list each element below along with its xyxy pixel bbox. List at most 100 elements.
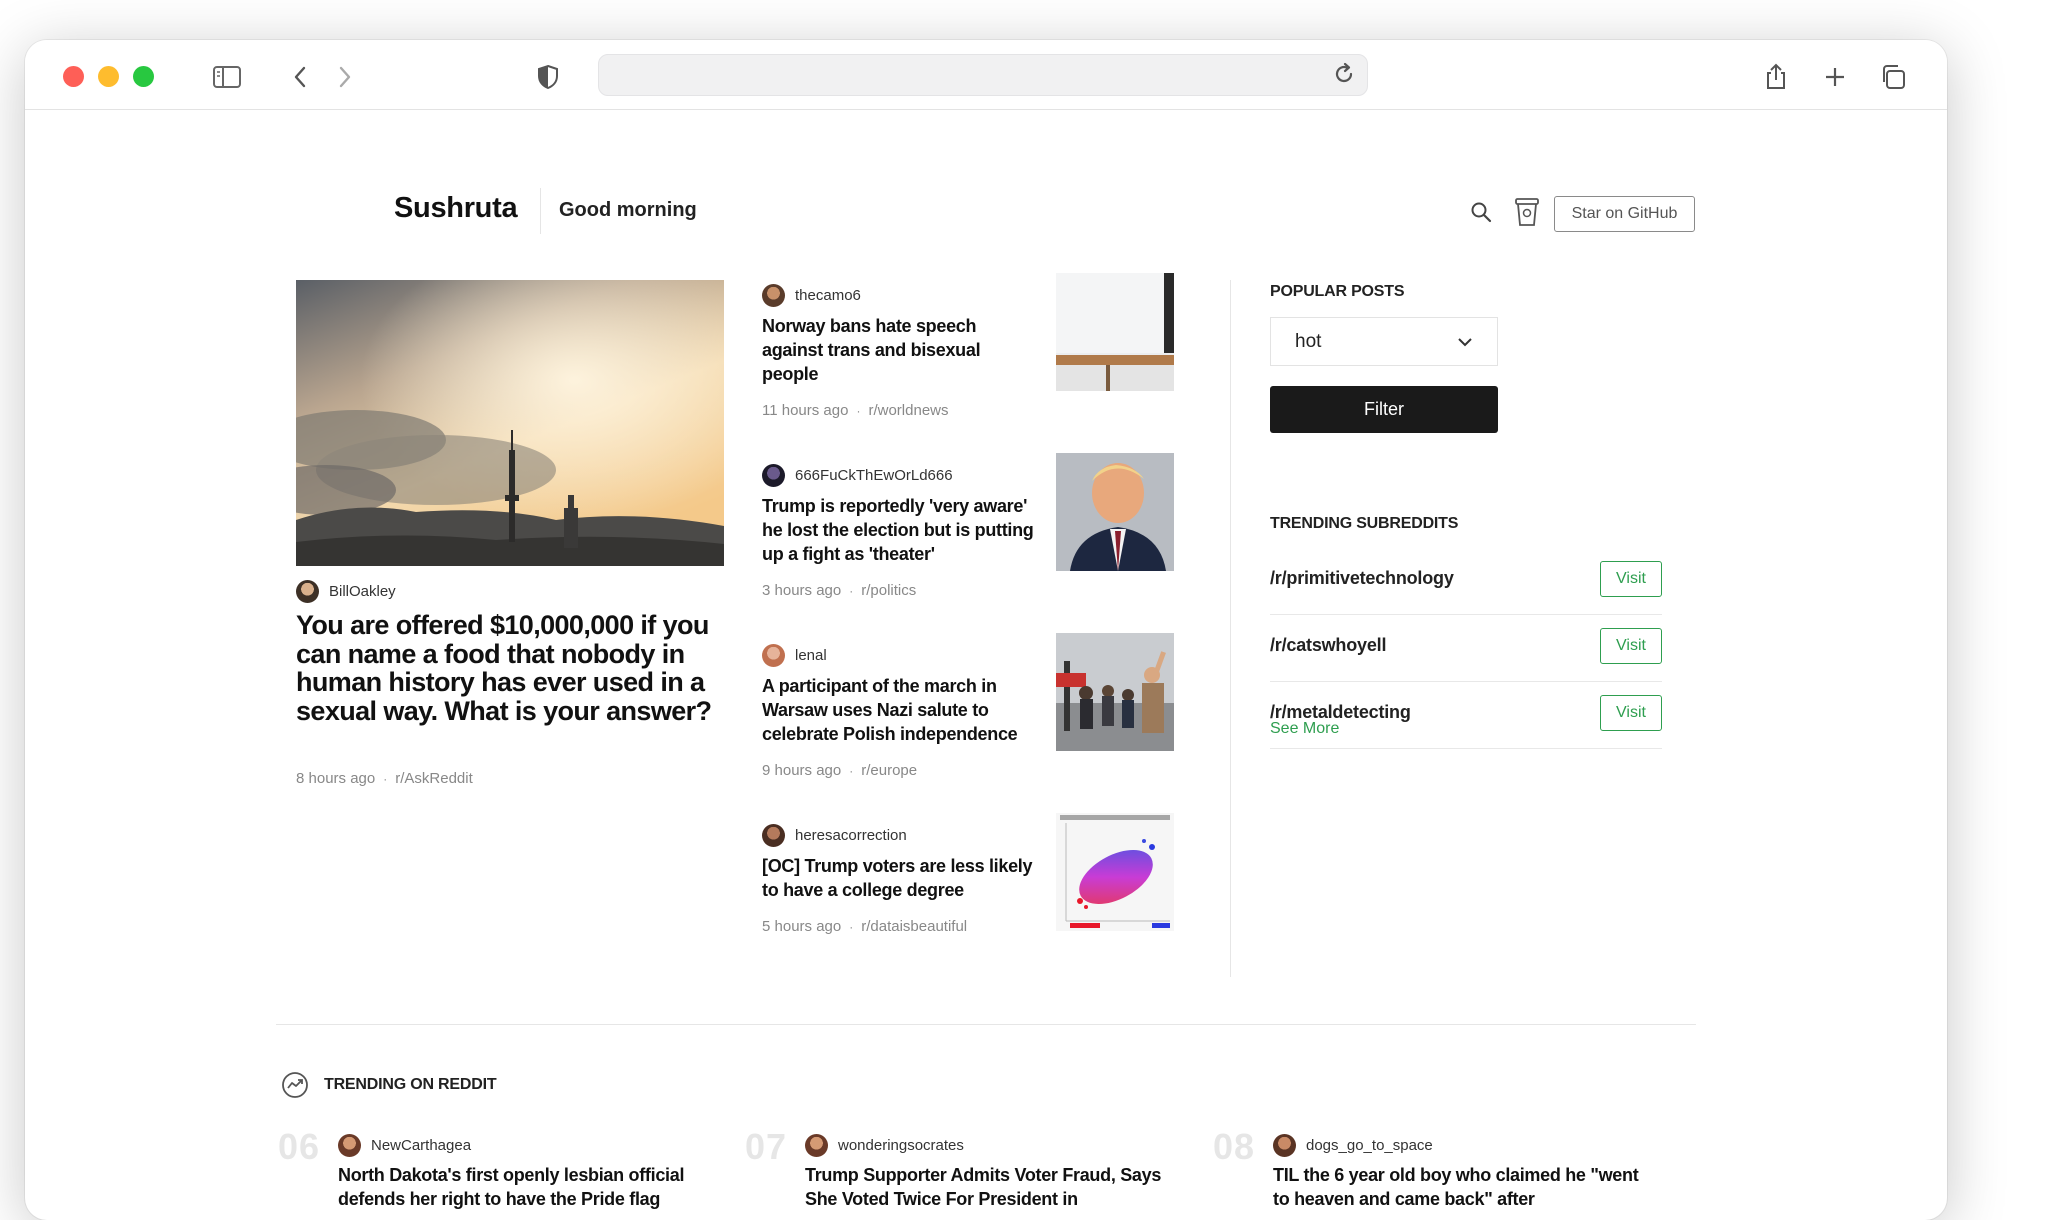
- post-author[interactable]: thecamo6: [762, 284, 861, 307]
- author-name: lenal: [795, 647, 827, 664]
- subreddit-name[interactable]: /r/primitivetechnology: [1270, 568, 1454, 589]
- filter-button[interactable]: Filter: [1270, 386, 1498, 433]
- forward-icon[interactable]: [330, 62, 360, 92]
- post-thumbnail[interactable]: [1056, 813, 1174, 931]
- meta-separator: ·: [849, 763, 854, 778]
- post-title[interactable]: [OC] Trump voters are less likely to hav…: [762, 854, 1034, 902]
- greeting-text: Good morning: [559, 199, 697, 221]
- post-title[interactable]: A participant of the march in Warsaw use…: [762, 674, 1034, 746]
- meta-separator: ·: [849, 919, 854, 934]
- post-thumbnail[interactable]: [1056, 453, 1174, 571]
- brand-logo[interactable]: Sushruta: [394, 192, 518, 225]
- post-author[interactable]: heresacorrection: [762, 824, 907, 847]
- sort-value: hot: [1295, 330, 1322, 352]
- privacy-shield-icon[interactable]: [533, 62, 563, 92]
- trending-rank: 07: [745, 1126, 788, 1167]
- avatar: [762, 284, 785, 307]
- minimize-window-button[interactable]: [98, 66, 119, 87]
- browser-toolbar: [25, 40, 1947, 110]
- coffee-cup-icon[interactable]: [1514, 196, 1540, 233]
- visit-button[interactable]: Visit: [1600, 695, 1662, 731]
- subreddit-row: /r/metaldetecting Visit: [1270, 682, 1662, 749]
- post-subreddit[interactable]: r/politics: [861, 582, 916, 599]
- author-name: thecamo6: [795, 287, 861, 304]
- post-time: 5 hours ago: [762, 918, 842, 935]
- visit-button[interactable]: Visit: [1600, 628, 1662, 664]
- post-thumbnail[interactable]: [1056, 273, 1174, 391]
- subreddit-row: /r/primitivetechnology Visit: [1270, 548, 1662, 615]
- see-more-link[interactable]: See More: [1270, 720, 1339, 738]
- post-meta: 3 hours ago · r/politics: [762, 582, 916, 599]
- section-divider: [276, 1024, 1696, 1025]
- post-time: 8 hours ago: [296, 770, 376, 787]
- post-card[interactable]: thecamo6 Norway bans hate speech against…: [762, 273, 1174, 424]
- post-subreddit[interactable]: r/worldnews: [868, 402, 948, 419]
- popular-posts-heading: POPULAR POSTS: [1270, 283, 1405, 300]
- post-title[interactable]: Trump is reportedly 'very aware' he lost…: [762, 494, 1034, 566]
- star-on-github-button[interactable]: Star on GitHub: [1554, 196, 1695, 232]
- search-icon[interactable]: [1470, 201, 1492, 228]
- featured-image[interactable]: [296, 280, 724, 566]
- post-subreddit[interactable]: r/AskReddit: [395, 770, 473, 787]
- trending-subreddits-heading: TRENDING SUBREDDITS: [1270, 515, 1459, 532]
- new-tab-icon[interactable]: [1820, 62, 1850, 92]
- author-name: heresacorrection: [795, 827, 907, 844]
- avatar: [296, 580, 319, 603]
- brand-divider: [540, 188, 541, 234]
- avatar: [762, 644, 785, 667]
- meta-separator: ·: [856, 403, 861, 418]
- author-name: BillOakley: [329, 583, 396, 600]
- featured-meta: 8 hours ago · r/AskReddit: [296, 770, 473, 787]
- trending-rank: 06: [278, 1126, 321, 1167]
- post-card[interactable]: heresacorrection [OC] Trump voters are l…: [762, 813, 1174, 964]
- post-time: 11 hours ago: [762, 402, 849, 419]
- post-author[interactable]: NewCarthagea: [338, 1134, 471, 1157]
- page-content: Sushruta Good morning Star on GitHub Bil…: [25, 110, 1947, 1220]
- column-divider: [1230, 280, 1231, 977]
- post-subreddit[interactable]: r/europe: [861, 762, 917, 779]
- trending-rank: 08: [1213, 1126, 1256, 1167]
- trending-title[interactable]: TIL the 6 year old boy who claimed he "w…: [1273, 1163, 1643, 1211]
- avatar: [805, 1134, 828, 1157]
- post-subreddit[interactable]: r/dataisbeautiful: [861, 918, 967, 935]
- trending-title[interactable]: Trump Supporter Admits Voter Fraud, Says…: [805, 1163, 1175, 1211]
- avatar: [762, 464, 785, 487]
- post-author[interactable]: lenal: [762, 644, 827, 667]
- subreddit-name[interactable]: /r/catswhoyell: [1270, 635, 1386, 656]
- trending-title[interactable]: North Dakota's first openly lesbian offi…: [338, 1163, 708, 1211]
- tab-overview-icon[interactable]: [1878, 62, 1908, 92]
- sidebar-toggle-icon[interactable]: [212, 62, 242, 92]
- reload-icon[interactable]: [1331, 61, 1357, 92]
- post-card[interactable]: 666FuCkThEwOrLd666 Trump is reportedly '…: [762, 453, 1174, 604]
- post-title[interactable]: Norway bans hate speech against trans an…: [762, 314, 1034, 386]
- post-time: 9 hours ago: [762, 762, 842, 779]
- post-card[interactable]: lenal A participant of the march in Wars…: [762, 633, 1174, 784]
- zoom-window-button[interactable]: [133, 66, 154, 87]
- share-icon[interactable]: [1761, 62, 1791, 92]
- post-thumbnail[interactable]: [1056, 633, 1174, 751]
- avatar: [1273, 1134, 1296, 1157]
- featured-author[interactable]: BillOakley: [296, 580, 396, 603]
- avatar: [762, 824, 785, 847]
- post-meta: 9 hours ago · r/europe: [762, 762, 917, 779]
- chevron-down-icon: [1457, 331, 1473, 353]
- sort-select[interactable]: hot: [1270, 317, 1498, 366]
- post-meta: 11 hours ago · r/worldnews: [762, 402, 949, 419]
- post-author[interactable]: wonderingsocrates: [805, 1134, 964, 1157]
- post-author[interactable]: dogs_go_to_space: [1273, 1134, 1433, 1157]
- back-icon[interactable]: [285, 62, 315, 92]
- author-name: wonderingsocrates: [838, 1137, 964, 1154]
- featured-title[interactable]: You are offered $10,000,000 if you can n…: [296, 611, 736, 725]
- address-bar[interactable]: [598, 54, 1368, 96]
- browser-window: Sushruta Good morning Star on GitHub Bil…: [25, 40, 1947, 1220]
- author-name: dogs_go_to_space: [1306, 1137, 1433, 1154]
- author-name: 666FuCkThEwOrLd666: [795, 467, 953, 484]
- close-window-button[interactable]: [63, 66, 84, 87]
- meta-separator: ·: [849, 583, 854, 598]
- avatar: [338, 1134, 361, 1157]
- post-author[interactable]: 666FuCkThEwOrLd666: [762, 464, 953, 487]
- author-name: NewCarthagea: [371, 1137, 472, 1154]
- trending-icon: [281, 1071, 309, 1104]
- post-time: 3 hours ago: [762, 582, 842, 599]
- visit-button[interactable]: Visit: [1600, 561, 1662, 597]
